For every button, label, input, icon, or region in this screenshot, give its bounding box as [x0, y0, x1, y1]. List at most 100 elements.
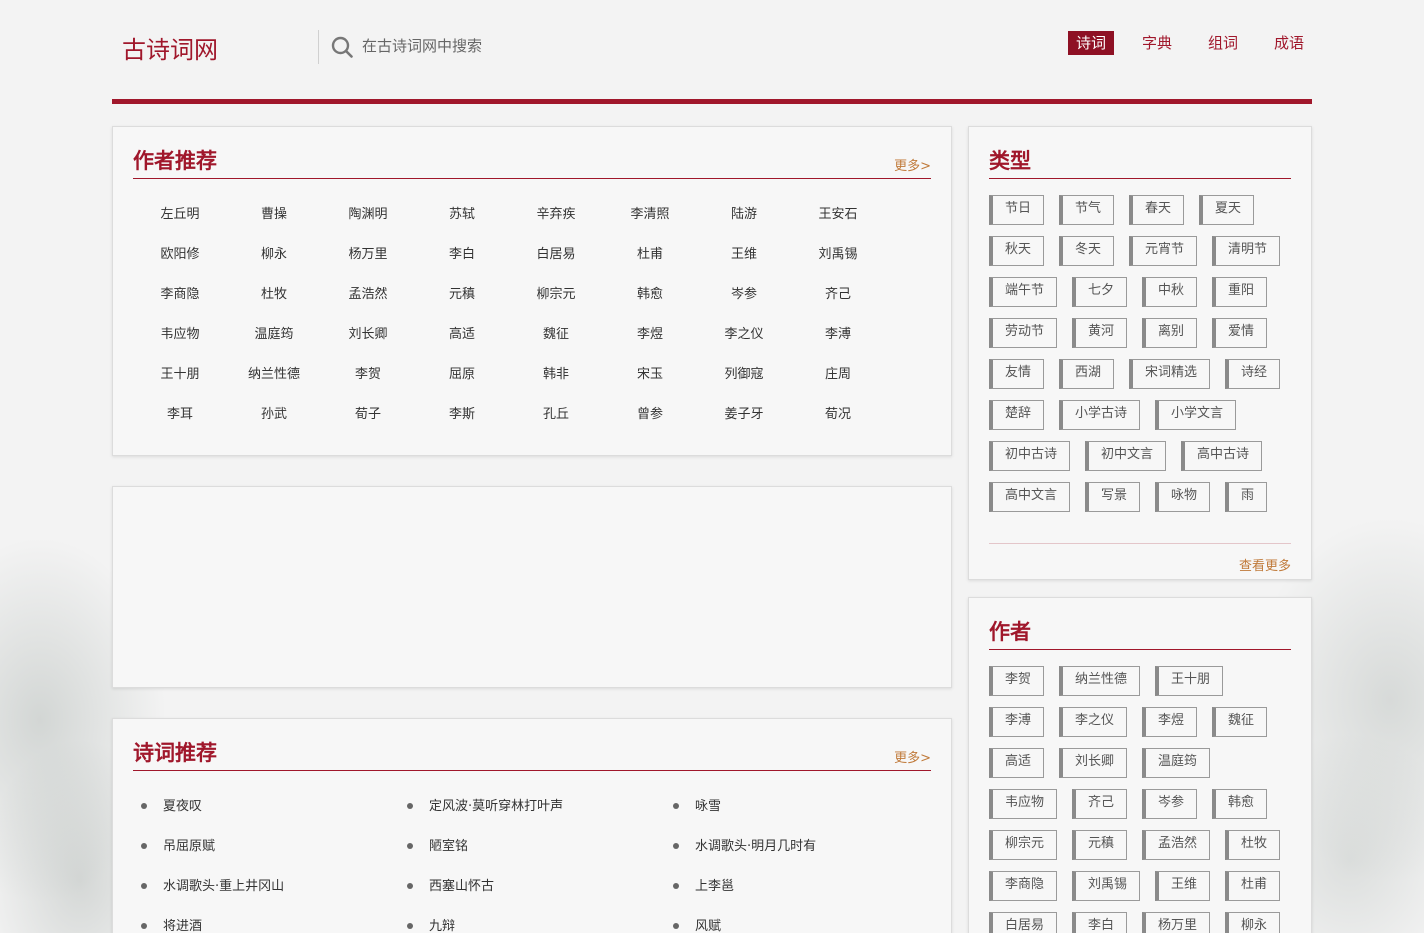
poem-list-item[interactable]: 九辩: [407, 907, 673, 933]
author-link[interactable]: 宋玉: [603, 355, 697, 395]
author-link[interactable]: 李之仪: [697, 315, 791, 355]
author-link[interactable]: 柳宗元: [509, 275, 603, 315]
type-tag[interactable]: 小学古诗: [1059, 400, 1141, 430]
author-link[interactable]: 李白: [415, 235, 509, 275]
type-tag[interactable]: 节日: [989, 195, 1045, 225]
author-link[interactable]: 李清照: [603, 195, 697, 235]
author-tag[interactable]: 柳宗元: [989, 830, 1058, 860]
type-tag[interactable]: 冬天: [1059, 236, 1115, 266]
author-tag[interactable]: 王十朋: [1155, 666, 1224, 696]
author-tag[interactable]: 李煜: [1142, 707, 1198, 737]
nav-item-idioms[interactable]: 成语: [1266, 31, 1312, 55]
type-tag[interactable]: 友情: [989, 359, 1045, 389]
poem-list-item[interactable]: 夏夜叹: [141, 787, 407, 827]
poem-list-item[interactable]: 上李邕: [673, 867, 939, 907]
poem-list-item[interactable]: 风赋: [673, 907, 939, 933]
type-tag[interactable]: 重阳: [1212, 277, 1268, 307]
author-tag[interactable]: 韦应物: [989, 789, 1058, 819]
type-tag[interactable]: 雨: [1225, 482, 1268, 512]
poem-list-item[interactable]: 水调歌头·明月几时有: [673, 827, 939, 867]
author-link[interactable]: 温庭筠: [227, 315, 321, 355]
author-link[interactable]: 姜子牙: [697, 395, 791, 435]
type-tag[interactable]: 高中古诗: [1181, 441, 1263, 471]
type-tag[interactable]: 爱情: [1212, 318, 1268, 348]
author-link[interactable]: 李贺: [321, 355, 415, 395]
author-link[interactable]: 韩非: [509, 355, 603, 395]
author-tag[interactable]: 岑参: [1142, 789, 1198, 819]
search-input[interactable]: [362, 33, 662, 59]
nav-item-words[interactable]: 组词: [1200, 31, 1246, 55]
author-link[interactable]: 陶渊明: [321, 195, 415, 235]
author-link[interactable]: 杨万里: [321, 235, 415, 275]
author-link[interactable]: 孔丘: [509, 395, 603, 435]
more-authors-link[interactable]: 更多>: [894, 155, 931, 174]
author-tag[interactable]: 温庭筠: [1142, 748, 1211, 778]
poem-list-item[interactable]: 定风波·莫听穿林打叶声: [407, 787, 673, 827]
type-tag[interactable]: 夏天: [1199, 195, 1255, 225]
poem-list-item[interactable]: 咏雪: [673, 787, 939, 827]
author-link[interactable]: 柳永: [227, 235, 321, 275]
author-tag[interactable]: 杜甫: [1225, 871, 1281, 901]
type-tag[interactable]: 初中文言: [1085, 441, 1167, 471]
author-link[interactable]: 王十朋: [133, 355, 227, 395]
nav-item-poetry[interactable]: 诗词: [1067, 31, 1114, 55]
author-link[interactable]: 欧阳修: [133, 235, 227, 275]
author-link[interactable]: 白居易: [509, 235, 603, 275]
poem-list-item[interactable]: 水调歌头·重上井冈山: [141, 867, 407, 907]
type-tag[interactable]: 写景: [1085, 482, 1141, 512]
author-tag[interactable]: 王维: [1155, 871, 1211, 901]
author-link[interactable]: 杜甫: [603, 235, 697, 275]
author-tag[interactable]: 柳永: [1225, 912, 1281, 933]
author-tag[interactable]: 纳兰性德: [1059, 666, 1141, 696]
site-logo[interactable]: 古诗词网: [122, 30, 218, 65]
author-link[interactable]: 李煜: [603, 315, 697, 355]
author-link[interactable]: 韦应物: [133, 315, 227, 355]
author-link[interactable]: 苏轼: [415, 195, 509, 235]
poem-list-item[interactable]: 陋室铭: [407, 827, 673, 867]
author-tag[interactable]: 高适: [989, 748, 1045, 778]
author-link[interactable]: 庄周: [791, 355, 885, 395]
type-tag[interactable]: 清明节: [1212, 236, 1281, 266]
author-tag[interactable]: 李白: [1072, 912, 1128, 933]
author-tag[interactable]: 刘禹锡: [1072, 871, 1141, 901]
type-tag[interactable]: 咏物: [1155, 482, 1211, 512]
type-tag[interactable]: 春天: [1129, 195, 1185, 225]
author-link[interactable]: 荀子: [321, 395, 415, 435]
author-tag[interactable]: 韩愈: [1212, 789, 1268, 819]
author-link[interactable]: 陆游: [697, 195, 791, 235]
author-link[interactable]: 曹操: [227, 195, 321, 235]
author-link[interactable]: 杜牧: [227, 275, 321, 315]
author-link[interactable]: 刘长卿: [321, 315, 415, 355]
type-tag[interactable]: 中秋: [1142, 277, 1198, 307]
author-tag[interactable]: 李之仪: [1059, 707, 1128, 737]
author-link[interactable]: 左丘明: [133, 195, 227, 235]
author-link[interactable]: 孙武: [227, 395, 321, 435]
type-tag[interactable]: 楚辞: [989, 400, 1045, 430]
type-tag[interactable]: 高中文言: [989, 482, 1071, 512]
poem-list-item[interactable]: 西塞山怀古: [407, 867, 673, 907]
author-tag[interactable]: 杨万里: [1142, 912, 1211, 933]
poem-list-item[interactable]: 将进酒: [141, 907, 407, 933]
author-link[interactable]: 李商隐: [133, 275, 227, 315]
author-link[interactable]: 李溥: [791, 315, 885, 355]
author-link[interactable]: 岑参: [697, 275, 791, 315]
type-tag[interactable]: 节气: [1059, 195, 1115, 225]
type-tag[interactable]: 七夕: [1072, 277, 1128, 307]
author-link[interactable]: 王维: [697, 235, 791, 275]
nav-item-dictionary[interactable]: 字典: [1134, 31, 1180, 55]
type-tag[interactable]: 端午节: [989, 277, 1058, 307]
author-tag[interactable]: 李溥: [989, 707, 1045, 737]
author-link[interactable]: 韩愈: [603, 275, 697, 315]
author-tag[interactable]: 元稹: [1072, 830, 1128, 860]
poem-list-item[interactable]: 吊屈原赋: [141, 827, 407, 867]
type-tag[interactable]: 初中古诗: [989, 441, 1071, 471]
author-link[interactable]: 王安石: [791, 195, 885, 235]
see-more-types-link[interactable]: 查看更多: [1239, 555, 1291, 574]
type-tag[interactable]: 宋词精选: [1129, 359, 1211, 389]
author-tag[interactable]: 齐己: [1072, 789, 1128, 819]
author-link[interactable]: 魏征: [509, 315, 603, 355]
author-tag[interactable]: 李贺: [989, 666, 1045, 696]
type-tag[interactable]: 西湖: [1059, 359, 1115, 389]
type-tag[interactable]: 离别: [1142, 318, 1198, 348]
author-link[interactable]: 纳兰性德: [227, 355, 321, 395]
